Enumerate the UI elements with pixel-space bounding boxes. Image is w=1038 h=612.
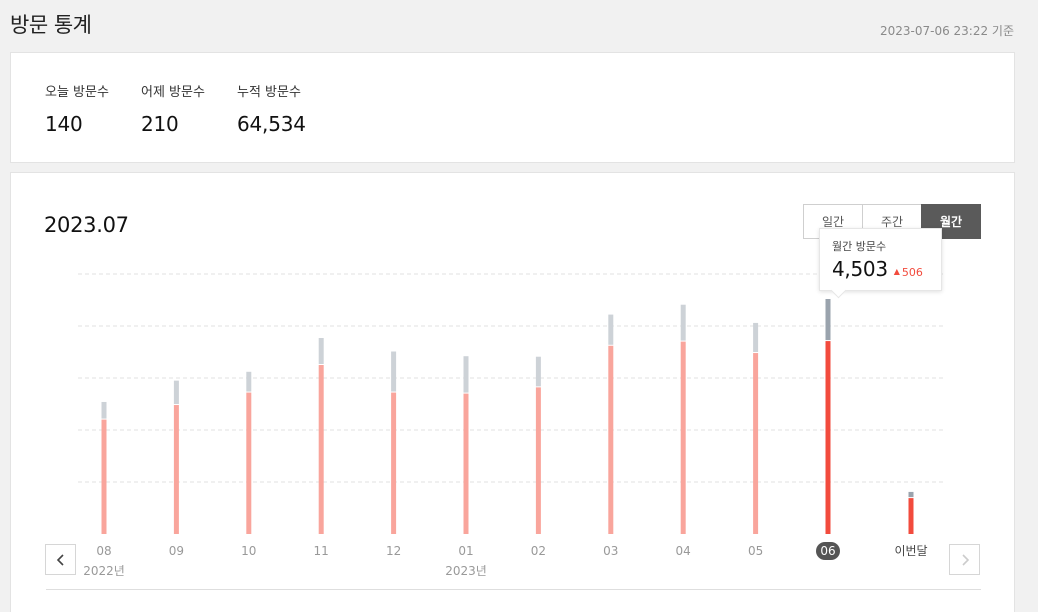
tooltip-delta-value: 506 [901,266,923,279]
prev-month-button[interactable] [45,544,76,575]
x-tick-label[interactable]: 11 [314,544,329,558]
stat-yesterday-label: 어제 방문수 [141,85,205,100]
bar-primary-01[interactable] [463,393,469,534]
bar-secondary-09[interactable] [173,380,179,405]
triangle-up-icon: ▲ [893,267,900,276]
bar-secondary-05[interactable] [753,322,759,353]
bar-secondary-10[interactable] [246,371,252,392]
bar-primary-10[interactable] [246,392,252,534]
bar-secondary-04[interactable] [680,304,686,341]
timestamp: 2023-07-06 23:22 기준 [879,24,1014,38]
bar-secondary-03[interactable] [608,314,614,345]
bar-primary-06[interactable] [825,341,831,534]
stat-today-label: 오늘 방문수 [45,85,109,100]
x-tick-label[interactable]: 06 [820,544,835,558]
x-tick-label[interactable]: 05 [748,544,763,558]
bar-primary-03[interactable] [608,345,614,534]
summary-card: 오늘 방문수 140 어제 방문수 210 누적 방문수 64,534 [10,52,1015,163]
year-label: 2022년 [83,564,125,578]
chart-card: 2023.07 일간 주간 월간 08 2022년 09 10 11 12 01 2023년 0… [10,172,1015,612]
bar-secondary-이번달[interactable] [908,491,914,498]
bar-primary-05[interactable] [753,353,759,534]
year-label: 2023년 [445,564,487,578]
stat-total-value: 64,534 [237,112,306,136]
bar-primary-08[interactable] [101,419,107,534]
x-tick-label[interactable]: 10 [241,544,256,558]
chart-tooltip: 월간 방문수 4,503 ▲ 506 [819,228,942,291]
bar-secondary-02[interactable] [535,356,541,387]
x-tick-label[interactable]: 08 [96,544,111,558]
stat-today: 오늘 방문수 140 [45,81,109,136]
x-tick-label[interactable]: 02 [531,544,546,558]
x-tick-label[interactable]: 이번달 [894,544,927,558]
stat-yesterday: 어제 방문수 210 [141,81,205,136]
chart-bottom-divider [46,589,981,590]
bar-primary-이번달[interactable] [908,498,914,534]
bar-secondary-12[interactable] [391,351,397,392]
bar-secondary-06[interactable] [825,299,831,341]
stat-total: 누적 방문수 64,534 [237,81,306,136]
bar-primary-12[interactable] [391,392,397,534]
next-month-button[interactable] [949,544,980,575]
stat-yesterday-value: 210 [141,112,179,136]
x-tick-label[interactable]: 04 [676,544,691,558]
x-tick-label[interactable]: 03 [603,544,618,558]
x-tick-label[interactable]: 12 [386,544,401,558]
chevron-left-icon [56,553,64,566]
bar-primary-04[interactable] [680,341,686,534]
tooltip-label: 월간 방문수 [832,240,887,253]
bar-primary-11[interactable] [318,365,324,534]
stat-total-label: 누적 방문수 [237,85,301,100]
x-tick-label[interactable]: 09 [169,544,184,558]
bar-secondary-01[interactable] [463,356,469,393]
bar-secondary-11[interactable] [318,338,324,364]
stat-today-value: 140 [45,112,83,136]
tooltip-delta: ▲ 506 [894,266,923,279]
chevron-right-icon [961,553,969,566]
tooltip-value: 4,503 [832,257,888,281]
bar-secondary-08[interactable] [101,401,107,419]
page-title: 방문 통계 [10,13,92,37]
x-tick-label[interactable]: 01 [458,544,473,558]
bar-primary-09[interactable] [173,405,179,534]
bar-primary-02[interactable] [535,387,541,534]
